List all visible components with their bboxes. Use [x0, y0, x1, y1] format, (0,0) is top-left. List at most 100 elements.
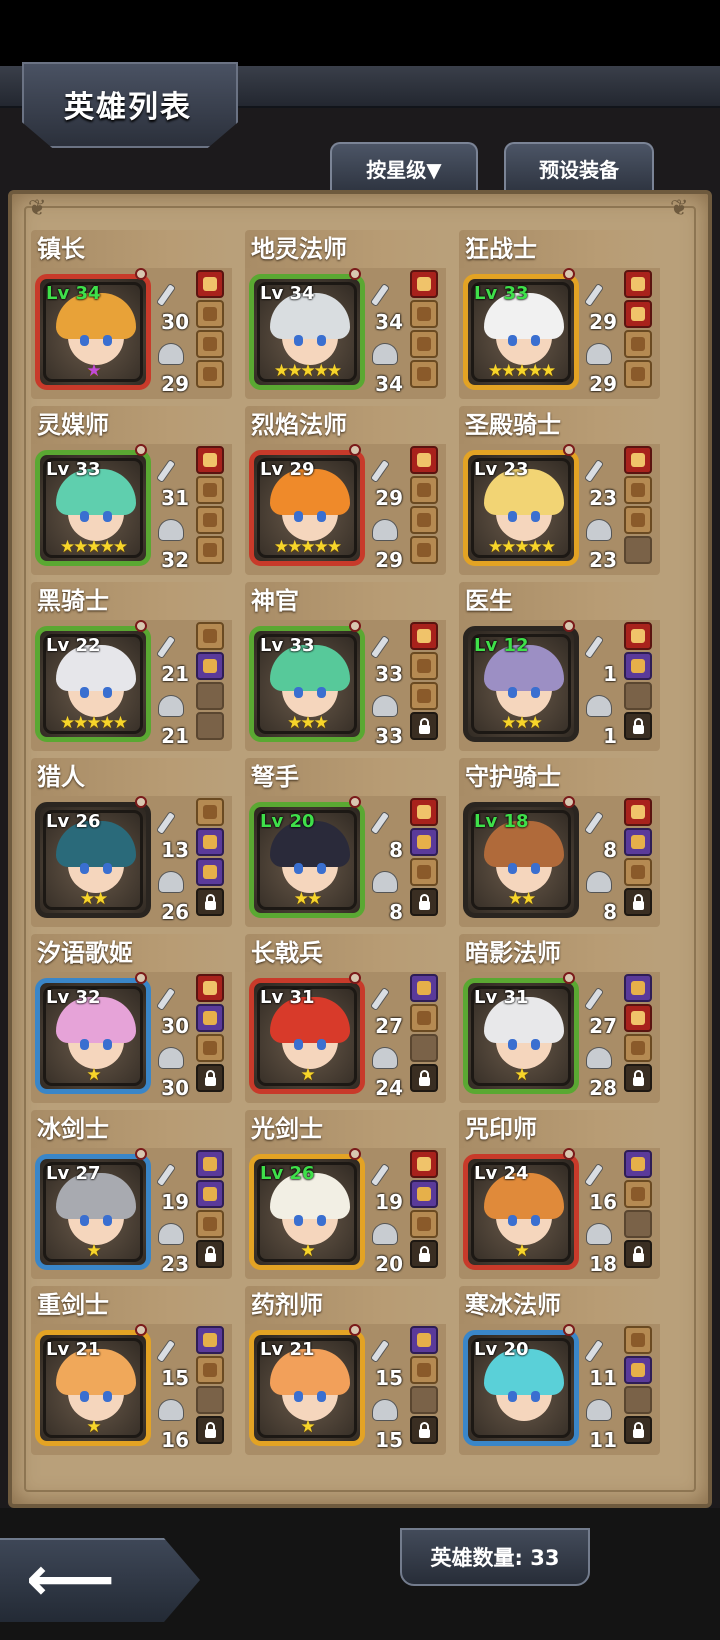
hero-portrait[interactable]: Lv 12 ★★★ — [463, 626, 579, 742]
equipment-slot[interactable] — [196, 858, 224, 886]
hero-card[interactable]: 暗影法师 Lv 31 ★ 27 28 — [459, 934, 660, 1103]
equipment-slot[interactable] — [410, 536, 438, 564]
left-arrow-icon[interactable]: ⟵ — [26, 1548, 115, 1610]
lock-icon[interactable] — [410, 1240, 438, 1268]
hero-card[interactable]: 咒印师 Lv 24 ★ 16 18 — [459, 1110, 660, 1279]
hero-portrait[interactable]: Lv 20 — [463, 1330, 579, 1446]
equipment-slot[interactable] — [624, 974, 652, 1002]
sort-by-star-button[interactable]: 按星级▼ — [330, 142, 478, 192]
hero-card[interactable]: 黑骑士 Lv 22 ★★★★★ 21 21 — [31, 582, 232, 751]
lock-icon[interactable] — [624, 1064, 652, 1092]
hero-card[interactable]: 镇长 Lv 34 ★ 30 29 — [31, 230, 232, 399]
lock-icon[interactable] — [624, 1240, 652, 1268]
equipment-slot[interactable] — [624, 652, 652, 680]
hero-portrait[interactable]: Lv 26 ★★ — [35, 802, 151, 918]
equipment-slot[interactable] — [410, 476, 438, 504]
hero-portrait[interactable]: Lv 34 ★ — [35, 274, 151, 390]
hero-card[interactable]: 药剂师 Lv 21 ★ 15 15 — [245, 1286, 446, 1455]
hero-portrait[interactable]: Lv 32 ★ — [35, 978, 151, 1094]
equipment-slot[interactable] — [410, 622, 438, 650]
equipment-slot[interactable] — [624, 1386, 652, 1414]
equipment-slot[interactable] — [624, 828, 652, 856]
lock-icon[interactable] — [624, 1416, 652, 1444]
hero-portrait[interactable]: Lv 22 ★★★★★ — [35, 626, 151, 742]
equipment-slot[interactable] — [624, 446, 652, 474]
equipment-slot[interactable] — [624, 360, 652, 388]
equipment-slot[interactable] — [624, 506, 652, 534]
equipment-slot[interactable] — [196, 1004, 224, 1032]
preset-equipment-button[interactable]: 预设装备 — [504, 142, 654, 192]
equipment-slot[interactable] — [410, 858, 438, 886]
equipment-slot[interactable] — [410, 360, 438, 388]
equipment-slot[interactable] — [624, 476, 652, 504]
hero-card[interactable]: 狂战士 Lv 33 ★★★★★ 29 29 — [459, 230, 660, 399]
lock-icon[interactable] — [410, 1416, 438, 1444]
hero-portrait[interactable]: Lv 34 ★★★★★ — [249, 274, 365, 390]
equipment-slot[interactable] — [410, 446, 438, 474]
hero-card[interactable]: 光剑士 Lv 26 ★ 19 20 — [245, 1110, 446, 1279]
equipment-slot[interactable] — [624, 1180, 652, 1208]
hero-portrait[interactable]: Lv 26 ★ — [249, 1154, 365, 1270]
hero-portrait[interactable]: Lv 21 ★ — [249, 1330, 365, 1446]
hero-card[interactable]: 圣殿骑士 Lv 23 ★★★★★ 23 23 — [459, 406, 660, 575]
hero-portrait[interactable]: Lv 24 ★ — [463, 1154, 579, 1270]
equipment-slot[interactable] — [624, 300, 652, 328]
equipment-slot[interactable] — [624, 330, 652, 358]
hero-card[interactable]: 医生 Lv 12 ★★★ 1 1 — [459, 582, 660, 751]
equipment-slot[interactable] — [196, 1386, 224, 1414]
hero-portrait[interactable]: Lv 33 ★★★ — [249, 626, 365, 742]
equipment-slot[interactable] — [410, 974, 438, 1002]
hero-portrait[interactable]: Lv 31 ★ — [463, 978, 579, 1094]
equipment-slot[interactable] — [410, 1210, 438, 1238]
equipment-slot[interactable] — [410, 1356, 438, 1384]
hero-portrait[interactable]: Lv 33 ★★★★★ — [35, 450, 151, 566]
equipment-slot[interactable] — [196, 622, 224, 650]
equipment-slot[interactable] — [410, 1034, 438, 1062]
hero-portrait[interactable]: Lv 29 ★★★★★ — [249, 450, 365, 566]
equipment-slot[interactable] — [624, 1034, 652, 1062]
equipment-slot[interactable] — [196, 330, 224, 358]
hero-portrait[interactable]: Lv 18 ★★ — [463, 802, 579, 918]
equipment-slot[interactable] — [196, 1326, 224, 1354]
equipment-slot[interactable] — [410, 1150, 438, 1178]
equipment-slot[interactable] — [410, 270, 438, 298]
equipment-slot[interactable] — [196, 506, 224, 534]
equipment-slot[interactable] — [410, 300, 438, 328]
hero-card[interactable]: 汐语歌姬 Lv 32 ★ 30 30 — [31, 934, 232, 1103]
equipment-slot[interactable] — [410, 798, 438, 826]
hero-portrait[interactable]: Lv 20 ★★ — [249, 802, 365, 918]
equipment-slot[interactable] — [196, 712, 224, 740]
hero-grid[interactable]: 镇长 Lv 34 ★ 30 29 地灵法师 Lv 34 ★★★★★ 34 34 狂战士 Lv 33 ★★… — [31, 230, 687, 1495]
equipment-slot[interactable] — [624, 270, 652, 298]
equipment-slot[interactable] — [196, 682, 224, 710]
equipment-slot[interactable] — [196, 270, 224, 298]
hero-card[interactable]: 猎人 Lv 26 ★★ 13 26 — [31, 758, 232, 927]
equipment-slot[interactable] — [624, 1356, 652, 1384]
equipment-slot[interactable] — [624, 858, 652, 886]
hero-card[interactable]: 长戟兵 Lv 31 ★ 27 24 — [245, 934, 446, 1103]
hero-card[interactable]: 守护骑士 Lv 18 ★★ 8 8 — [459, 758, 660, 927]
equipment-slot[interactable] — [196, 446, 224, 474]
hero-card[interactable]: 灵媒师 Lv 33 ★★★★★ 31 32 — [31, 406, 232, 575]
hero-card[interactable]: 冰剑士 Lv 27 ★ 19 23 — [31, 1110, 232, 1279]
equipment-slot[interactable] — [624, 798, 652, 826]
equipment-slot[interactable] — [196, 536, 224, 564]
equipment-slot[interactable] — [624, 1210, 652, 1238]
hero-portrait[interactable]: Lv 33 ★★★★★ — [463, 274, 579, 390]
equipment-slot[interactable] — [196, 1034, 224, 1062]
lock-icon[interactable] — [196, 1064, 224, 1092]
equipment-slot[interactable] — [196, 974, 224, 1002]
equipment-slot[interactable] — [624, 1326, 652, 1354]
equipment-slot[interactable] — [410, 682, 438, 710]
lock-icon[interactable] — [624, 712, 652, 740]
hero-portrait[interactable]: Lv 21 ★ — [35, 1330, 151, 1446]
equipment-slot[interactable] — [196, 1150, 224, 1178]
equipment-slot[interactable] — [410, 506, 438, 534]
hero-portrait[interactable]: Lv 31 ★ — [249, 978, 365, 1094]
hero-portrait[interactable]: Lv 23 ★★★★★ — [463, 450, 579, 566]
equipment-slot[interactable] — [196, 360, 224, 388]
equipment-slot[interactable] — [410, 828, 438, 856]
lock-icon[interactable] — [410, 1064, 438, 1092]
hero-card[interactable]: 神官 Lv 33 ★★★ 33 33 — [245, 582, 446, 751]
equipment-slot[interactable] — [196, 1210, 224, 1238]
